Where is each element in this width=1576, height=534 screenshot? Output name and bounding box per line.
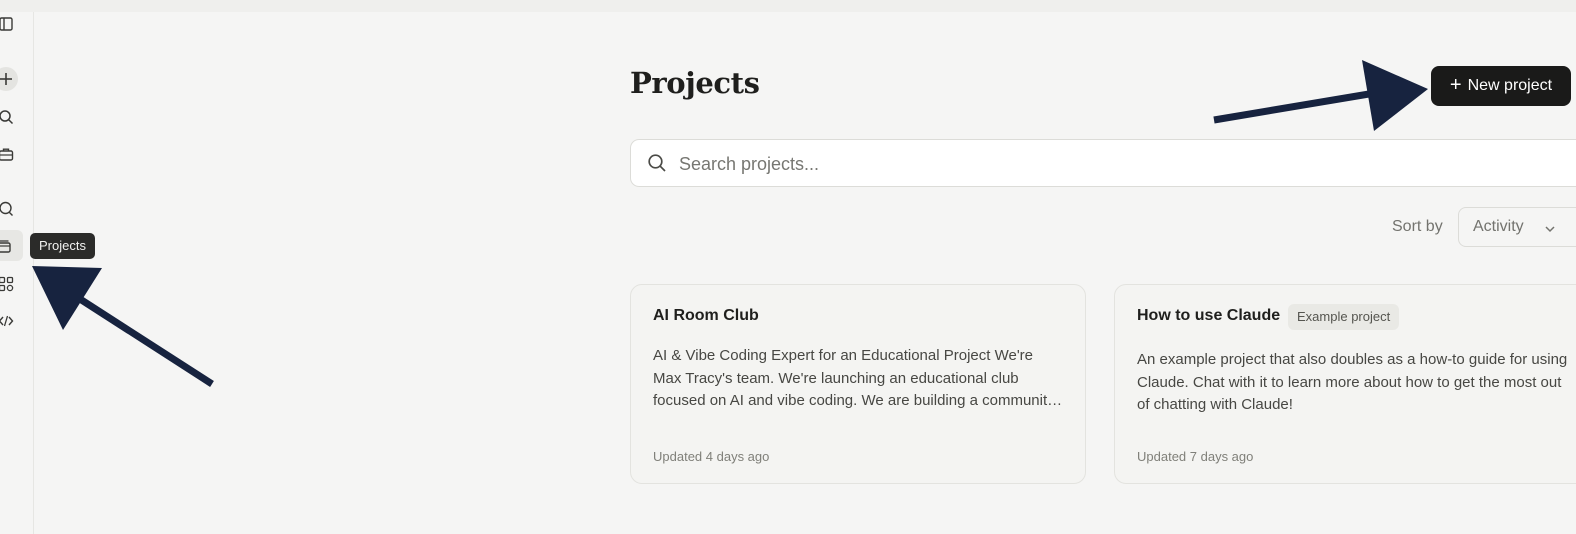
sort-value: Activity xyxy=(1473,218,1524,235)
projects-tooltip: Projects xyxy=(30,233,95,259)
chat-icon[interactable] xyxy=(0,197,18,221)
annotation-arrow-projects xyxy=(32,266,214,387)
example-project-badge: Example project xyxy=(1288,304,1400,330)
sidebar-toggle-icon[interactable] xyxy=(0,12,18,36)
sidebar xyxy=(0,12,34,534)
project-card-how-to-use-claude[interactable]: How to use Claude Example project An exa… xyxy=(1114,284,1576,484)
chevron-down-icon xyxy=(1544,222,1556,240)
plus-icon: + xyxy=(1449,74,1462,96)
search-input[interactable] xyxy=(677,150,1481,178)
sort-select[interactable]: Activity xyxy=(1458,207,1576,247)
project-description: An example project that also doubles as … xyxy=(1137,351,1568,413)
project-updated: Updated 4 days ago xyxy=(653,449,770,464)
code-icon[interactable] xyxy=(0,309,18,333)
project-card-ai-room-club[interactable]: AI Room Club AI & Vibe Coding Expert for… xyxy=(630,284,1086,484)
apps-grid-icon[interactable] xyxy=(0,272,18,296)
new-chat-plus-icon[interactable] xyxy=(0,67,18,91)
project-description: AI & Vibe Coding Expert for an Education… xyxy=(653,347,1055,409)
projects-nav-icon[interactable] xyxy=(0,230,23,261)
page-title: Projects xyxy=(630,66,760,100)
search-icon[interactable] xyxy=(0,105,18,129)
annotation-arrow-new-project xyxy=(1213,60,1428,131)
top-strip xyxy=(0,0,1576,12)
new-project-label: New project xyxy=(1467,77,1553,94)
new-project-button[interactable]: + New project xyxy=(1431,66,1571,106)
project-name: How to use Claude xyxy=(1137,307,1281,324)
search-bar[interactable] xyxy=(630,139,1576,187)
project-updated: Updated 7 days ago xyxy=(1137,449,1254,464)
project-name: AI Room Club xyxy=(653,307,759,324)
briefcase-icon[interactable] xyxy=(0,142,18,166)
sort-label: Sort by xyxy=(1392,218,1443,235)
search-icon xyxy=(647,153,667,178)
